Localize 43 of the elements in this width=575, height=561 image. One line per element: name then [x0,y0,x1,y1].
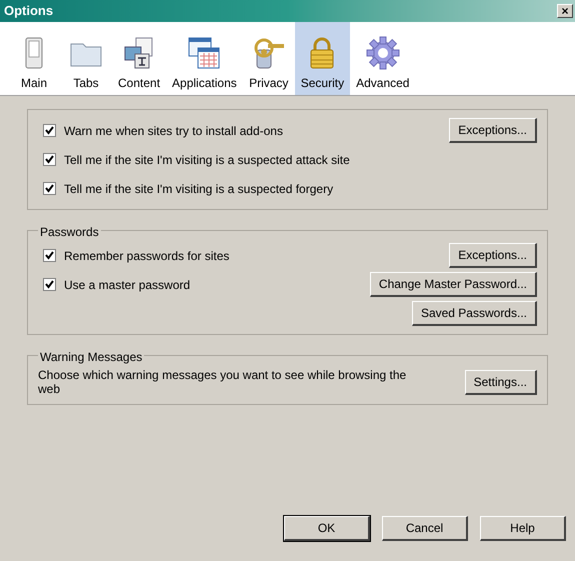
tab-label: Content [118,75,160,92]
toolbar-tab[interactable]: Advanced [350,22,416,95]
tab-label: Tabs [73,75,99,92]
dialog-button[interactable]: Settings... [464,370,537,394]
checkbox-label: Remember passwords for sites [64,248,230,264]
close-button[interactable]: × [557,4,573,18]
windows-icon [187,36,222,70]
dialog-button[interactable]: Saved Passwords... [412,301,537,326]
tab-label: Main [20,75,47,92]
checkbox-label: Tell me if the site I'm visiting is a suspected forgery [64,180,334,198]
window-title: Options [4,2,54,20]
checkbox[interactable] [43,153,56,166]
gear-icon [366,36,400,70]
toolbar-tab[interactable]: Applications [166,22,243,95]
dialog-button[interactable]: Change Master Password... [370,272,537,297]
tab-label: Privacy [249,75,288,92]
toolbar-tab[interactable]: Content [112,22,166,95]
toolbar-tab[interactable]: Privacy [242,22,295,95]
tab-label: Applications [172,75,237,92]
check-icon [45,280,54,289]
checkbox[interactable] [43,249,56,262]
description-text: Choose which warning messages you want to see while browsing the web [38,368,408,396]
dialog-button[interactable]: OK [284,516,370,541]
tab-label: Security [300,75,344,92]
dialog-button[interactable]: Exceptions... [449,118,537,143]
checkbox[interactable] [43,182,56,195]
check-icon [45,251,54,260]
toolbar-tab[interactable]: Security [294,22,350,95]
checkbox-label: Warn me when sites try to install add-ons [64,122,283,140]
checkbox[interactable] [43,124,56,137]
toolbar-tab[interactable]: Main [8,22,60,95]
check-icon [45,184,54,193]
check-icon [45,155,54,164]
checkbox[interactable] [43,278,56,291]
checkbox-label: Use a master password [64,276,190,294]
key-icon [252,36,286,70]
dialog-button[interactable]: Help [480,516,566,541]
dialog-button[interactable]: Exceptions... [449,243,537,268]
tab-label: Advanced [356,75,410,92]
toolbar-tab[interactable]: Tabs [60,22,112,95]
checkbox-label: Tell me if the site I'm visiting is a suspected attack site [64,152,350,168]
dialog-button[interactable]: Cancel [382,516,468,541]
check-icon [45,126,54,135]
